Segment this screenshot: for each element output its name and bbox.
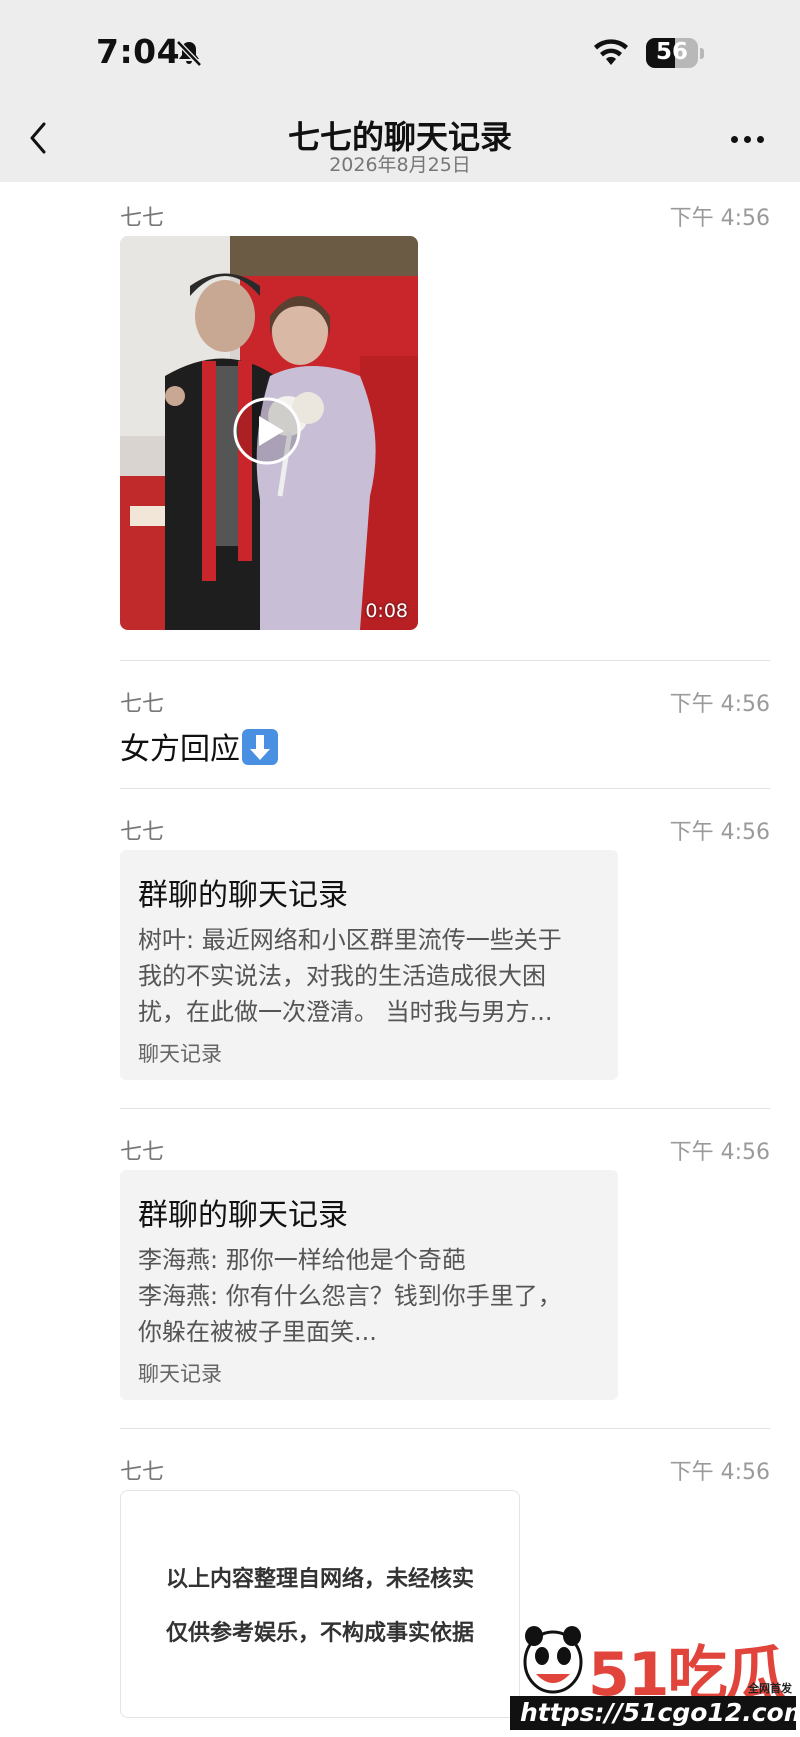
card-title: 群聊的聊天记录 — [138, 878, 348, 913]
image-thumbnail[interactable]: 以上内容整理自网络，未经核实 仅供参考娱乐，不构成事实依据 — [120, 1490, 520, 1718]
message-time: 下午 4:56 — [669, 1140, 770, 1165]
card-preview-line: 李海燕: 你有什么怨言？钱到你手里了， — [138, 1282, 562, 1310]
watermark: 51吃瓜 全网首发 https://51cgo12.com — [506, 1620, 800, 1735]
card-preview-line: 扰，在此做一次澄清。 当时我与男方... — [138, 998, 553, 1026]
message-body[interactable]: 女方回应 — [120, 724, 278, 768]
card-preview-line: 树叶: 最近网络和小区群里流传一些关于 — [138, 926, 562, 954]
message-sender: 七七 — [120, 1460, 165, 1485]
message-chat-record: 七七 下午 4:56 群聊的聊天记录 树叶: 最近网络和小区群里流传一些关于 我… — [120, 814, 770, 1090]
message-time: 下午 4:56 — [669, 1460, 770, 1485]
card-preview-line: 你躲在被被子里面笑... — [138, 1318, 377, 1346]
battery-indicator: 56 — [646, 38, 698, 68]
mascot-logo-icon — [523, 1626, 583, 1694]
battery-level: 56 — [655, 39, 688, 65]
divider — [120, 1428, 770, 1429]
message-time: 下午 4:56 — [669, 692, 770, 717]
card-title: 群聊的聊天记录 — [138, 1198, 348, 1233]
bell-muted-icon — [176, 40, 202, 67]
card-footer: 聊天记录 — [138, 1042, 222, 1066]
message-sender: 七七 — [120, 820, 165, 845]
message-text-content: 女方回应 — [120, 732, 240, 767]
watermark-url: https://51cgo12.com — [510, 1696, 800, 1730]
video-thumbnail[interactable]: 0:08 — [120, 236, 418, 630]
more-options-icon[interactable] — [728, 128, 768, 143]
divider — [120, 1108, 770, 1109]
chat-record-card[interactable]: 群聊的聊天记录 李海燕: 那你一样给他是个奇葩 李海燕: 你有什么怨言？钱到你手… — [120, 1170, 618, 1400]
message-time: 下午 4:56 — [669, 206, 770, 231]
card-footer: 聊天记录 — [138, 1362, 222, 1386]
play-icon[interactable] — [232, 396, 302, 466]
divider — [120, 788, 770, 789]
image-text-line: 仅供参考娱乐，不构成事实依据 — [165, 1621, 474, 1646]
page-subtitle: 2026年8月25日 — [329, 154, 471, 176]
card-preview-line: 我的不实说法，对我的生活造成很大困 — [138, 962, 546, 990]
divider — [120, 660, 770, 661]
image-text-line: 以上内容整理自网络，未经核实 — [165, 1567, 474, 1592]
top-bar: 7:04 56 七七的聊天记录 2026年8月25日 — [0, 0, 800, 182]
battery-tip — [700, 48, 704, 59]
card-preview-line: 李海燕: 那你一样给他是个奇葩 — [138, 1246, 466, 1274]
message-video: 七七 下午 4:56 0:08 — [120, 200, 770, 640]
message-chat-record: 七七 下午 4:56 群聊的聊天记录 李海燕: 那你一样给他是个奇葩 李海燕: … — [120, 1134, 770, 1410]
chat-record-card[interactable]: 群聊的聊天记录 树叶: 最近网络和小区群里流传一些关于 我的不实说法，对我的生活… — [120, 850, 618, 1080]
down-arrow-emoji-icon — [242, 729, 278, 765]
message-sender: 七七 — [120, 1140, 165, 1165]
wifi-icon — [594, 39, 628, 65]
video-duration: 0:08 — [365, 600, 408, 622]
message-time: 下午 4:56 — [669, 820, 770, 845]
message-text: 七七 下午 4:56 女方回应 — [120, 686, 770, 768]
watermark-tag: 全网首发 — [748, 1682, 792, 1695]
message-sender: 七七 — [120, 692, 165, 717]
message-sender: 七七 — [120, 206, 165, 231]
status-time: 7:04 — [96, 32, 181, 71]
